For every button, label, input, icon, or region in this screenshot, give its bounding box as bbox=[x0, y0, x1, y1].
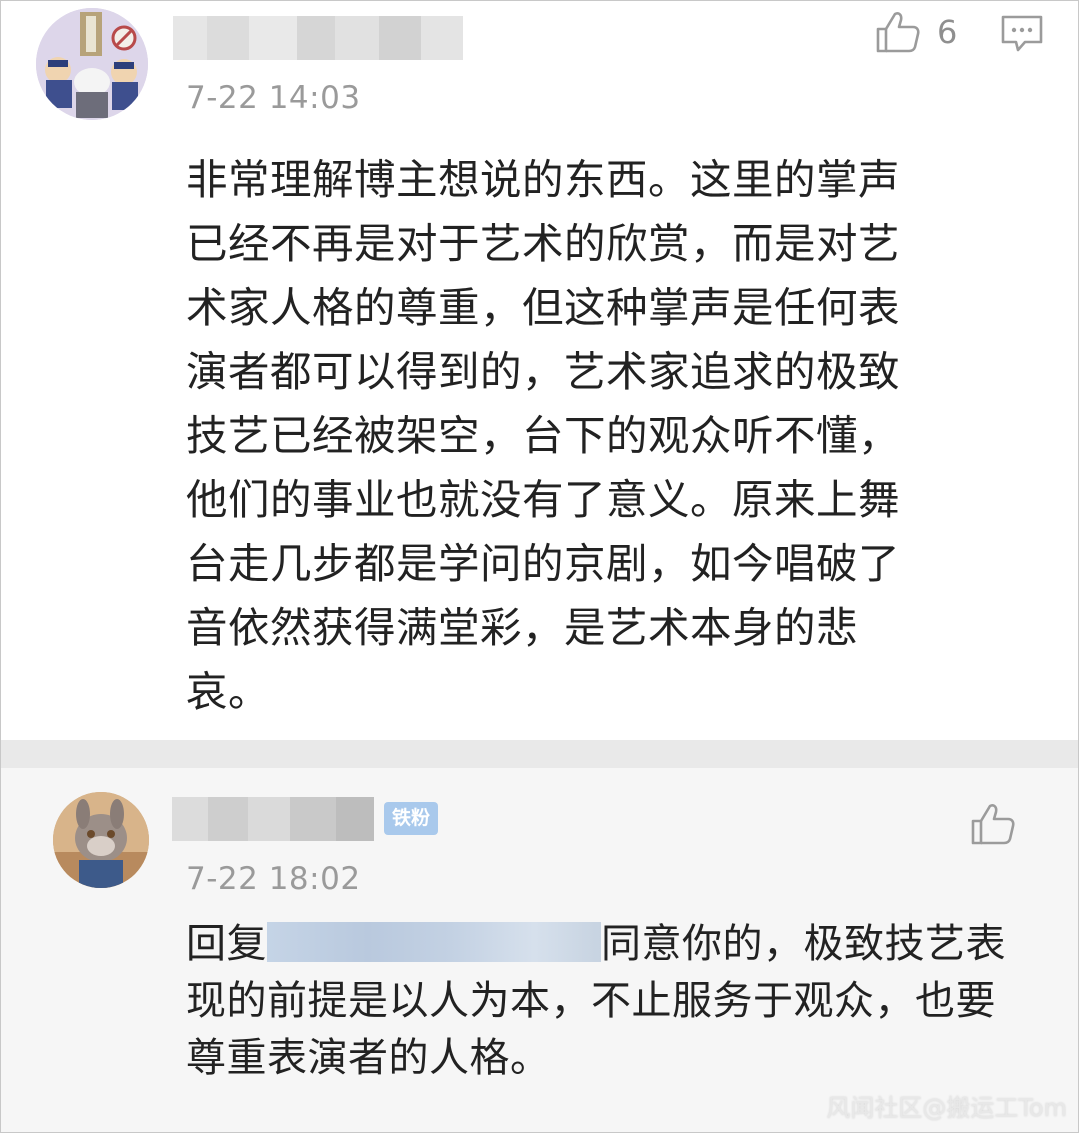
thumbs-up-icon bbox=[971, 804, 1015, 845]
avatar-image bbox=[36, 8, 148, 120]
avatar[interactable] bbox=[36, 8, 148, 120]
avatar-image bbox=[53, 792, 149, 888]
reply-time: 7-22 18:02 bbox=[186, 861, 361, 897]
reply-line-text: 同意你的，极致技艺表 bbox=[601, 921, 1006, 967]
thumbs-up-icon bbox=[876, 12, 920, 53]
fan-badge: 铁粉 bbox=[384, 802, 438, 835]
comment-line: 演者都可以得到的，艺术家追求的极致 bbox=[186, 347, 901, 396]
reply-text: 回复 同意你的，极致技艺表 现的前提是以人为本，不止服务于观众，也要 尊重表演者的… bbox=[186, 916, 1046, 1087]
comment-line: 台走几步都是学问的京剧，如今唱破了 bbox=[186, 539, 901, 588]
comment-line: 术家人格的尊重，但这种掌声是任何表 bbox=[186, 283, 901, 332]
watermark: 风闻社区@搬运工Tom bbox=[826, 1094, 1067, 1122]
section-divider bbox=[1, 740, 1078, 768]
reply-button[interactable] bbox=[1000, 14, 1044, 58]
avatar[interactable] bbox=[53, 792, 149, 888]
username-blurred[interactable] bbox=[172, 797, 374, 841]
like-button[interactable] bbox=[970, 802, 1016, 846]
comment-line: 非常理解博主想说的东西。这里的掌声 bbox=[186, 155, 901, 204]
comment-bubble-icon bbox=[1001, 15, 1043, 52]
comment-line: 音依然获得满堂彩，是艺术本身的悲 bbox=[186, 603, 859, 652]
reply-prefix: 回复 bbox=[186, 921, 267, 967]
comment-text: 非常理解博主想说的东西。这里的掌声 已经不再是对于艺术的欣赏，而是对艺 术家人格… bbox=[186, 148, 1016, 724]
comment-time: 7-22 14:03 bbox=[186, 80, 361, 116]
reply-line: 尊重表演者的人格。 bbox=[186, 1035, 551, 1081]
username-blurred[interactable] bbox=[173, 16, 463, 60]
reply-line: 现的前提是以人为本，不止服务于观众，也要 bbox=[186, 978, 996, 1024]
like-count: 6 bbox=[937, 13, 958, 51]
comment-line: 已经不再是对于艺术的欣赏，而是对艺 bbox=[186, 219, 901, 268]
reply-first-line: 回复 同意你的，极致技艺表 bbox=[186, 916, 1046, 973]
mention-blurred[interactable] bbox=[267, 922, 601, 962]
comment-line: 技艺已经被架空，台下的观众听不懂， bbox=[186, 411, 901, 460]
comment-line: 哀。 bbox=[186, 667, 271, 716]
comment-line: 他们的事业也就没有了意义。原来上舞 bbox=[186, 475, 901, 524]
like-button[interactable]: 6 bbox=[875, 10, 957, 54]
